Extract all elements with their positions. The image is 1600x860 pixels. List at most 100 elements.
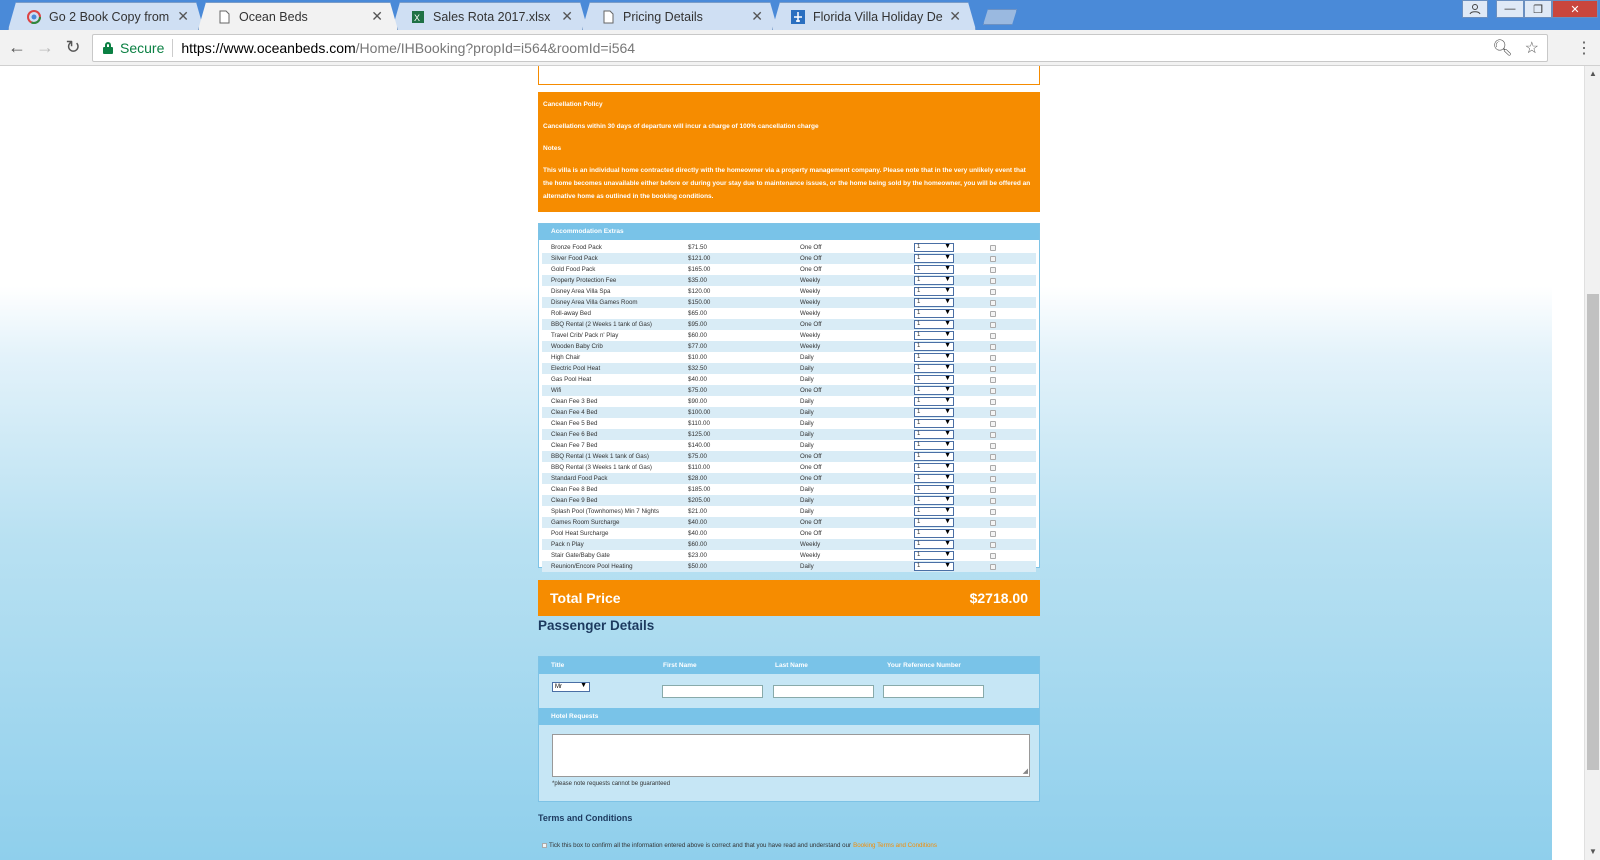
extra-quantity-select[interactable]: 1 ▼: [914, 331, 954, 340]
resize-grip-icon[interactable]: ◢: [1023, 767, 1028, 775]
extra-checkbox[interactable]: [990, 376, 996, 383]
tab-ocean-beds[interactable]: Ocean Beds ✕: [198, 2, 398, 30]
extra-checkbox[interactable]: [990, 354, 996, 361]
extra-checkbox[interactable]: [990, 563, 996, 570]
extra-quantity-select[interactable]: 1 ▼: [914, 430, 954, 439]
extra-checkbox[interactable]: [990, 255, 996, 262]
extra-checkbox[interactable]: [990, 541, 996, 548]
extra-quantity-select[interactable]: 1 ▼: [914, 353, 954, 362]
extra-quantity-select[interactable]: 1 ▼: [914, 441, 954, 450]
address-bar[interactable]: Secure https://www.oceanbeds.com/Home/IH…: [92, 34, 1548, 62]
extra-checkbox[interactable]: [990, 321, 996, 328]
reference-number-input[interactable]: [883, 685, 984, 698]
extra-quantity-select[interactable]: 1 ▼: [914, 408, 954, 417]
extra-quantity-select[interactable]: 1 ▼: [914, 529, 954, 538]
tab-sales-rota[interactable]: X Sales Rota 2017.xlsx ✕: [392, 2, 588, 30]
extra-quantity-select[interactable]: 1 ▼: [914, 386, 954, 395]
close-icon[interactable]: ✕: [949, 8, 961, 25]
zoom-icon[interactable]: 🔍︎: [1492, 38, 1512, 58]
extra-quantity-select[interactable]: 1 ▼: [914, 397, 954, 406]
vertical-scrollbar[interactable]: ▲ ▼: [1584, 66, 1600, 860]
last-name-input[interactable]: [773, 685, 874, 698]
profile-icon[interactable]: [1462, 0, 1488, 18]
extra-checkbox[interactable]: [990, 244, 996, 251]
extra-quantity-select[interactable]: 1 ▼: [914, 276, 954, 285]
extra-checkbox[interactable]: [990, 475, 996, 482]
extra-quantity-select[interactable]: 1 ▼: [914, 485, 954, 494]
extra-frequency: Weekly: [800, 332, 821, 339]
menu-dots-icon[interactable]: ⋮: [1576, 38, 1592, 58]
extra-frequency: Daily: [800, 376, 814, 383]
new-tab-button[interactable]: [983, 9, 1017, 25]
terms-checkbox[interactable]: [542, 843, 547, 848]
extra-quantity-select[interactable]: 1 ▼: [914, 375, 954, 384]
extra-price: $75.00: [688, 453, 707, 460]
extra-checkbox[interactable]: [990, 343, 996, 350]
extra-checkbox[interactable]: [990, 464, 996, 471]
bookmark-star-icon[interactable]: ☆: [1525, 38, 1539, 58]
extra-quantity-select[interactable]: 1 ▼: [914, 496, 954, 505]
minimize-button[interactable]: —: [1496, 0, 1524, 18]
extra-quantity-select[interactable]: 1 ▼: [914, 320, 954, 329]
extra-quantity-select[interactable]: 1 ▼: [914, 562, 954, 571]
extra-checkbox[interactable]: [990, 552, 996, 559]
restore-button[interactable]: ❐: [1524, 0, 1552, 18]
title-select[interactable]: Mr ▼: [552, 682, 590, 692]
close-icon[interactable]: ✕: [371, 8, 383, 25]
extra-quantity-select[interactable]: 1 ▼: [914, 287, 954, 296]
close-icon[interactable]: ✕: [561, 8, 573, 25]
extra-checkbox[interactable]: [990, 310, 996, 317]
extra-checkbox[interactable]: [990, 420, 996, 427]
extra-checkbox[interactable]: [990, 365, 996, 372]
scroll-up-arrow-icon[interactable]: ▲: [1585, 66, 1600, 82]
extra-checkbox[interactable]: [990, 266, 996, 273]
extra-checkbox[interactable]: [990, 332, 996, 339]
extra-checkbox[interactable]: [990, 431, 996, 438]
extra-quantity-select[interactable]: 1 ▼: [914, 540, 954, 549]
extra-quantity-select[interactable]: 1 ▼: [914, 309, 954, 318]
first-name-input[interactable]: [662, 685, 763, 698]
extra-checkbox[interactable]: [990, 442, 996, 449]
tab-florida-villa[interactable]: Florida Villa Holiday Dea ✕: [772, 2, 976, 30]
extra-checkbox[interactable]: [990, 486, 996, 493]
extra-checkbox[interactable]: [990, 409, 996, 416]
reload-icon[interactable]: ↻: [62, 37, 84, 58]
extra-checkbox[interactable]: [990, 387, 996, 394]
close-icon[interactable]: ✕: [177, 8, 189, 25]
extra-checkbox[interactable]: [990, 508, 996, 515]
extra-quantity-select[interactable]: 1 ▼: [914, 265, 954, 274]
scroll-down-arrow-icon[interactable]: ▼: [1585, 844, 1600, 860]
back-arrow-icon[interactable]: ←: [6, 37, 28, 58]
extra-checkbox[interactable]: [990, 288, 996, 295]
extra-quantity-select[interactable]: 1 ▼: [914, 254, 954, 263]
extra-checkbox[interactable]: [990, 299, 996, 306]
extra-quantity-select[interactable]: 1 ▼: [914, 463, 954, 472]
extra-quantity-select[interactable]: 1 ▼: [914, 518, 954, 527]
window-close-button[interactable]: ✕: [1552, 0, 1598, 18]
extra-quantity-select[interactable]: 1 ▼: [914, 551, 954, 560]
tab-go2book[interactable]: Go 2 Book Copy from SP ✕: [8, 2, 204, 30]
extra-checkbox[interactable]: [990, 519, 996, 526]
extra-quantity-select[interactable]: 1 ▼: [914, 507, 954, 516]
booking-terms-link[interactable]: Booking Terms and Conditions: [853, 842, 937, 849]
extra-quantity-select[interactable]: 1 ▼: [914, 364, 954, 373]
extra-quantity-select[interactable]: 1 ▼: [914, 342, 954, 351]
extra-quantity-select[interactable]: 1 ▼: [914, 452, 954, 461]
extra-quantity-select[interactable]: 1 ▼: [914, 419, 954, 428]
extra-frequency: One Off: [800, 475, 822, 482]
extra-quantity-select[interactable]: 1 ▼: [914, 243, 954, 252]
scrollbar-thumb[interactable]: [1587, 294, 1599, 770]
forward-arrow-icon[interactable]: →: [34, 37, 56, 58]
extra-checkbox[interactable]: [990, 398, 996, 405]
hotel-requests-textarea[interactable]: ◢: [552, 734, 1030, 777]
extra-checkbox[interactable]: [990, 277, 996, 284]
extra-checkbox[interactable]: [990, 530, 996, 537]
extra-frequency: Weekly: [800, 343, 821, 350]
extra-checkbox[interactable]: [990, 453, 996, 460]
tab-title: Florida Villa Holiday Dea: [813, 9, 944, 24]
extra-quantity-select[interactable]: 1 ▼: [914, 474, 954, 483]
tab-pricing-details[interactable]: Pricing Details ✕: [582, 2, 778, 30]
extra-quantity-select[interactable]: 1 ▼: [914, 298, 954, 307]
extra-checkbox[interactable]: [990, 497, 996, 504]
close-icon[interactable]: ✕: [751, 8, 763, 25]
